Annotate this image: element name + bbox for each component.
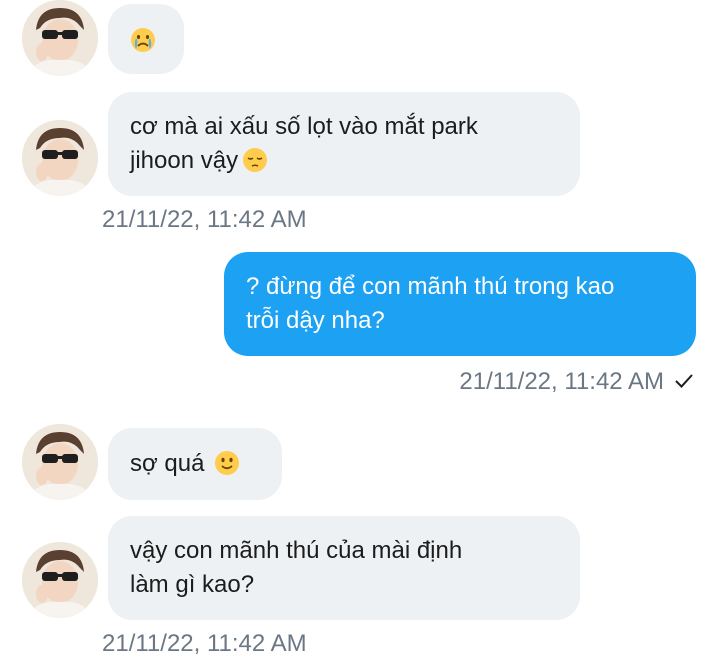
message-timestamp: 21/11/22, 11:42 AM xyxy=(102,206,307,233)
contact-avatar[interactable] xyxy=(22,0,98,76)
avatar-photo-icon xyxy=(22,542,98,618)
incoming-message-bubble[interactable]: vậy con mãnh thú của mài định làm gì kao… xyxy=(108,516,580,620)
message-timestamp: 21/11/22, 11:42 AM xyxy=(459,368,664,395)
incoming-message-bubble[interactable]: sợ quá xyxy=(108,428,282,500)
incoming-message-bubble[interactable] xyxy=(108,4,184,74)
sent-check-icon xyxy=(675,373,693,388)
pensive-face-icon xyxy=(243,147,268,172)
contact-avatar[interactable] xyxy=(22,542,98,618)
slightly-smiling-face-icon xyxy=(215,450,240,475)
message-text: ? đừng để con mãnh thú trong kao trỗi dậ… xyxy=(246,273,615,334)
crying-face-icon xyxy=(131,27,155,52)
message-text: sợ quá xyxy=(130,450,205,477)
avatar-photo-icon xyxy=(22,0,98,76)
message-timestamp-row: 21/11/22, 11:42 AM xyxy=(459,368,694,396)
contact-avatar[interactable] xyxy=(22,424,98,500)
message-text: cơ mà ai xấu số lọt vào mắt park jihoon … xyxy=(130,113,478,174)
avatar-photo-icon xyxy=(22,120,98,196)
contact-avatar[interactable] xyxy=(22,120,98,196)
message-timestamp: 21/11/22, 11:42 AM xyxy=(102,630,307,657)
message-text: vậy con mãnh thú của mài định làm gì kao… xyxy=(130,537,463,598)
avatar-photo-icon xyxy=(22,424,98,500)
incoming-message-bubble[interactable]: cơ mà ai xấu số lọt vào mắt park jihoon … xyxy=(108,92,580,196)
outgoing-message-bubble[interactable]: ? đừng để con mãnh thú trong kao trỗi dậ… xyxy=(224,252,696,356)
